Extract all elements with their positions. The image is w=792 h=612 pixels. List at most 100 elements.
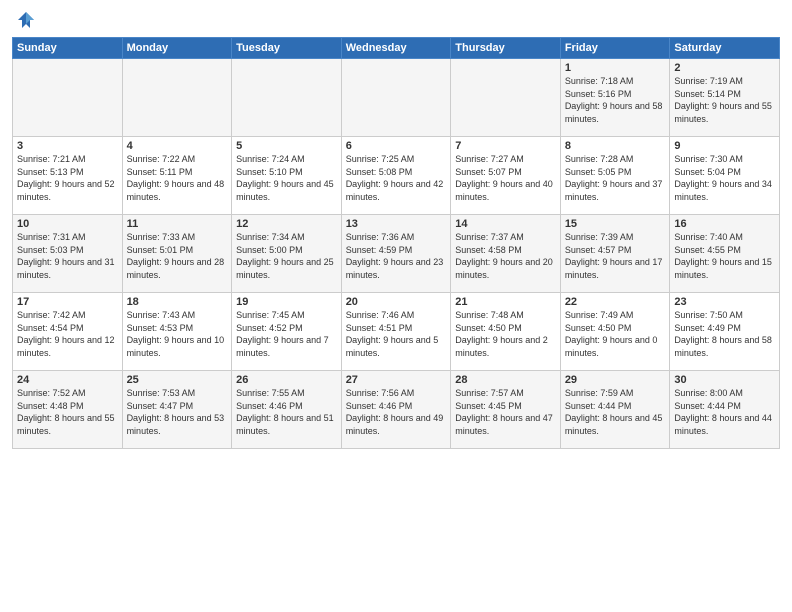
calendar-cell-5-5: 28Sunrise: 7:57 AM Sunset: 4:45 PM Dayli… xyxy=(451,371,561,449)
calendar-cell-4-6: 22Sunrise: 7:49 AM Sunset: 4:50 PM Dayli… xyxy=(560,293,670,371)
day-number: 6 xyxy=(346,140,447,152)
day-number: 28 xyxy=(455,374,556,386)
day-info: Sunrise: 7:31 AM Sunset: 5:03 PM Dayligh… xyxy=(17,231,118,281)
day-number: 9 xyxy=(674,140,775,152)
day-number: 26 xyxy=(236,374,337,386)
calendar-cell-3-4: 13Sunrise: 7:36 AM Sunset: 4:59 PM Dayli… xyxy=(341,215,451,293)
calendar-cell-4-4: 20Sunrise: 7:46 AM Sunset: 4:51 PM Dayli… xyxy=(341,293,451,371)
calendar-cell-4-7: 23Sunrise: 7:50 AM Sunset: 4:49 PM Dayli… xyxy=(670,293,780,371)
day-info: Sunrise: 7:42 AM Sunset: 4:54 PM Dayligh… xyxy=(17,309,118,359)
day-number: 18 xyxy=(127,296,228,308)
day-number: 14 xyxy=(455,218,556,230)
day-number: 7 xyxy=(455,140,556,152)
day-info: Sunrise: 7:43 AM Sunset: 4:53 PM Dayligh… xyxy=(127,309,228,359)
day-number: 10 xyxy=(17,218,118,230)
day-number: 30 xyxy=(674,374,775,386)
calendar-cell-1-1 xyxy=(13,59,123,137)
day-info: Sunrise: 7:45 AM Sunset: 4:52 PM Dayligh… xyxy=(236,309,337,359)
day-number: 22 xyxy=(565,296,666,308)
calendar-cell-2-6: 8Sunrise: 7:28 AM Sunset: 5:05 PM Daylig… xyxy=(560,137,670,215)
day-info: Sunrise: 7:52 AM Sunset: 4:48 PM Dayligh… xyxy=(17,387,118,437)
day-number: 4 xyxy=(127,140,228,152)
calendar-cell-1-5 xyxy=(451,59,561,137)
day-number: 25 xyxy=(127,374,228,386)
day-info: Sunrise: 7:46 AM Sunset: 4:51 PM Dayligh… xyxy=(346,309,447,359)
calendar-cell-2-2: 4Sunrise: 7:22 AM Sunset: 5:11 PM Daylig… xyxy=(122,137,232,215)
day-number: 8 xyxy=(565,140,666,152)
calendar-cell-5-1: 24Sunrise: 7:52 AM Sunset: 4:48 PM Dayli… xyxy=(13,371,123,449)
calendar-cell-4-2: 18Sunrise: 7:43 AM Sunset: 4:53 PM Dayli… xyxy=(122,293,232,371)
calendar-cell-5-2: 25Sunrise: 7:53 AM Sunset: 4:47 PM Dayli… xyxy=(122,371,232,449)
calendar-cell-5-4: 27Sunrise: 7:56 AM Sunset: 4:46 PM Dayli… xyxy=(341,371,451,449)
calendar-cell-2-5: 7Sunrise: 7:27 AM Sunset: 5:07 PM Daylig… xyxy=(451,137,561,215)
calendar-cell-1-7: 2Sunrise: 7:19 AM Sunset: 5:14 PM Daylig… xyxy=(670,59,780,137)
day-number: 27 xyxy=(346,374,447,386)
weekday-header-row: SundayMondayTuesdayWednesdayThursdayFrid… xyxy=(13,38,780,59)
calendar-cell-1-3 xyxy=(232,59,342,137)
day-info: Sunrise: 7:53 AM Sunset: 4:47 PM Dayligh… xyxy=(127,387,228,437)
day-info: Sunrise: 7:36 AM Sunset: 4:59 PM Dayligh… xyxy=(346,231,447,281)
day-info: Sunrise: 7:28 AM Sunset: 5:05 PM Dayligh… xyxy=(565,153,666,203)
day-info: Sunrise: 7:33 AM Sunset: 5:01 PM Dayligh… xyxy=(127,231,228,281)
day-number: 11 xyxy=(127,218,228,230)
day-info: Sunrise: 7:40 AM Sunset: 4:55 PM Dayligh… xyxy=(674,231,775,281)
calendar-cell-2-4: 6Sunrise: 7:25 AM Sunset: 5:08 PM Daylig… xyxy=(341,137,451,215)
calendar-week-3: 10Sunrise: 7:31 AM Sunset: 5:03 PM Dayli… xyxy=(13,215,780,293)
calendar-cell-3-6: 15Sunrise: 7:39 AM Sunset: 4:57 PM Dayli… xyxy=(560,215,670,293)
day-info: Sunrise: 7:49 AM Sunset: 4:50 PM Dayligh… xyxy=(565,309,666,359)
day-info: Sunrise: 7:55 AM Sunset: 4:46 PM Dayligh… xyxy=(236,387,337,437)
day-number: 5 xyxy=(236,140,337,152)
day-number: 19 xyxy=(236,296,337,308)
day-number: 20 xyxy=(346,296,447,308)
day-info: Sunrise: 7:57 AM Sunset: 4:45 PM Dayligh… xyxy=(455,387,556,437)
day-info: Sunrise: 7:27 AM Sunset: 5:07 PM Dayligh… xyxy=(455,153,556,203)
calendar-cell-3-5: 14Sunrise: 7:37 AM Sunset: 4:58 PM Dayli… xyxy=(451,215,561,293)
calendar-week-4: 17Sunrise: 7:42 AM Sunset: 4:54 PM Dayli… xyxy=(13,293,780,371)
day-number: 3 xyxy=(17,140,118,152)
calendar-cell-5-3: 26Sunrise: 7:55 AM Sunset: 4:46 PM Dayli… xyxy=(232,371,342,449)
day-info: Sunrise: 7:50 AM Sunset: 4:49 PM Dayligh… xyxy=(674,309,775,359)
calendar-cell-1-4 xyxy=(341,59,451,137)
calendar-cell-5-6: 29Sunrise: 7:59 AM Sunset: 4:44 PM Dayli… xyxy=(560,371,670,449)
day-info: Sunrise: 7:37 AM Sunset: 4:58 PM Dayligh… xyxy=(455,231,556,281)
calendar-week-1: 1Sunrise: 7:18 AM Sunset: 5:16 PM Daylig… xyxy=(13,59,780,137)
weekday-header-sunday: Sunday xyxy=(13,38,123,59)
weekday-header-wednesday: Wednesday xyxy=(341,38,451,59)
weekday-header-saturday: Saturday xyxy=(670,38,780,59)
weekday-header-tuesday: Tuesday xyxy=(232,38,342,59)
day-number: 21 xyxy=(455,296,556,308)
day-info: Sunrise: 7:21 AM Sunset: 5:13 PM Dayligh… xyxy=(17,153,118,203)
day-info: Sunrise: 7:22 AM Sunset: 5:11 PM Dayligh… xyxy=(127,153,228,203)
day-number: 29 xyxy=(565,374,666,386)
day-info: Sunrise: 7:30 AM Sunset: 5:04 PM Dayligh… xyxy=(674,153,775,203)
day-info: Sunrise: 7:56 AM Sunset: 4:46 PM Dayligh… xyxy=(346,387,447,437)
day-number: 15 xyxy=(565,218,666,230)
day-info: Sunrise: 7:25 AM Sunset: 5:08 PM Dayligh… xyxy=(346,153,447,203)
page: SundayMondayTuesdayWednesdayThursdayFrid… xyxy=(0,0,792,612)
day-info: Sunrise: 7:18 AM Sunset: 5:16 PM Dayligh… xyxy=(565,75,666,125)
day-number: 16 xyxy=(674,218,775,230)
calendar-cell-3-7: 16Sunrise: 7:40 AM Sunset: 4:55 PM Dayli… xyxy=(670,215,780,293)
calendar-cell-1-6: 1Sunrise: 7:18 AM Sunset: 5:16 PM Daylig… xyxy=(560,59,670,137)
day-info: Sunrise: 7:24 AM Sunset: 5:10 PM Dayligh… xyxy=(236,153,337,203)
calendar-week-5: 24Sunrise: 7:52 AM Sunset: 4:48 PM Dayli… xyxy=(13,371,780,449)
weekday-header-thursday: Thursday xyxy=(451,38,561,59)
calendar-cell-1-2 xyxy=(122,59,232,137)
weekday-header-monday: Monday xyxy=(122,38,232,59)
day-number: 24 xyxy=(17,374,118,386)
day-number: 23 xyxy=(674,296,775,308)
logo-bird-icon xyxy=(16,10,36,35)
calendar-cell-2-7: 9Sunrise: 7:30 AM Sunset: 5:04 PM Daylig… xyxy=(670,137,780,215)
day-number: 2 xyxy=(674,62,775,74)
calendar-week-2: 3Sunrise: 7:21 AM Sunset: 5:13 PM Daylig… xyxy=(13,137,780,215)
calendar-table: SundayMondayTuesdayWednesdayThursdayFrid… xyxy=(12,37,780,449)
day-info: Sunrise: 8:00 AM Sunset: 4:44 PM Dayligh… xyxy=(674,387,775,437)
calendar-cell-5-7: 30Sunrise: 8:00 AM Sunset: 4:44 PM Dayli… xyxy=(670,371,780,449)
day-number: 12 xyxy=(236,218,337,230)
calendar-cell-3-3: 12Sunrise: 7:34 AM Sunset: 5:00 PM Dayli… xyxy=(232,215,342,293)
weekday-header-friday: Friday xyxy=(560,38,670,59)
day-number: 17 xyxy=(17,296,118,308)
day-number: 13 xyxy=(346,218,447,230)
calendar-cell-3-1: 10Sunrise: 7:31 AM Sunset: 5:03 PM Dayli… xyxy=(13,215,123,293)
calendar-cell-4-1: 17Sunrise: 7:42 AM Sunset: 4:54 PM Dayli… xyxy=(13,293,123,371)
